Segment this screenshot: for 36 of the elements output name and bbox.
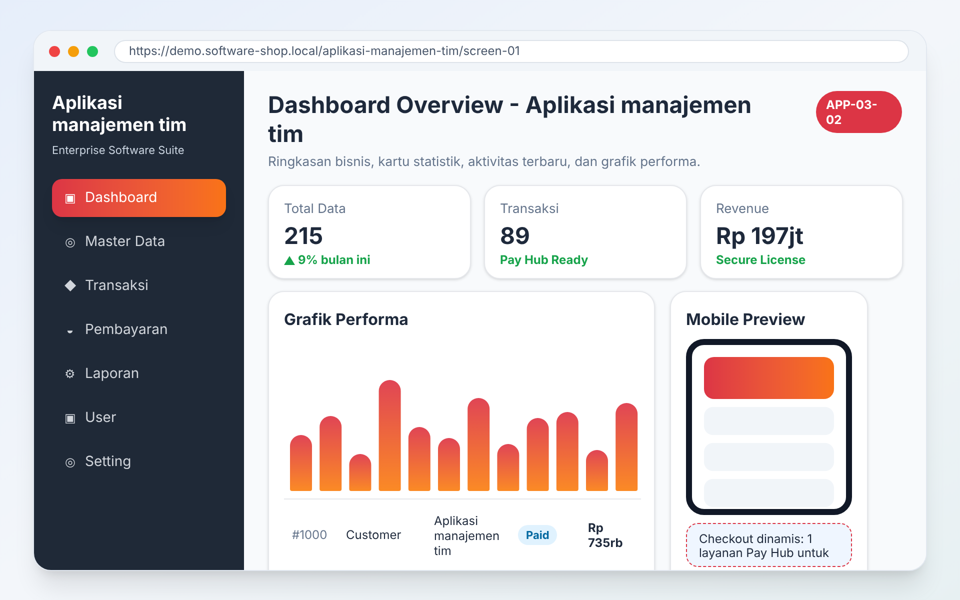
stat-note: 9% bulan ini [298,251,370,269]
page-title: Dashboard Overview - Aplikasi manajemen tim [268,91,753,149]
status-badge: Paid [518,525,558,545]
table-cell-text: Customer [345,526,402,544]
app-code-badge: APP-03-02 [816,91,902,133]
nav-item[interactable]: ⚙ Laporan [52,354,226,392]
app-subtitle: Enterprise Software Suite [52,142,186,158]
stat-label: Transaksi [500,200,560,218]
chart-bar [349,454,372,490]
card-title: Mobile Preview [686,308,806,330]
card-title: Grafik Performa [284,308,410,330]
stat-note: Pay Hub Ready [500,251,588,269]
chart-bar [497,444,520,490]
stat-value: 215 [284,221,324,251]
nav-item[interactable]: ◎ Setting [52,442,226,480]
nav-item[interactable]: ◎ Master Data [52,222,226,260]
table-cell-text: Rp 735rb [588,520,624,550]
checkout-note: Checkout dinamis: 1 layanan Pay Hub untuk [686,522,852,566]
stat-label: Revenue [716,200,770,218]
stat-note: Secure License [716,251,806,269]
page-subtitle: Ringkasan bisnis, kartu statistik, aktivitas terbaru, dan grafik performa. [268,153,702,172]
chart-bar [408,426,430,490]
address-bar[interactable]: https://demo.software-shop.local/aplikasi-manajemen-tim/screen-01 [114,40,909,62]
stat-value: Rp 197jt [716,221,804,251]
table-cell-text: Aplikasi manajemen tim [433,512,501,558]
chart-bar [586,450,608,490]
stat-value: 89 [500,221,531,251]
stat-label: Total Data [284,200,347,218]
nav-item[interactable]: ◆ Transaksi [52,266,226,304]
nav-item[interactable]: ◒ Pembayaran [52,310,226,348]
app-title: Aplikasi manajemen tim [52,93,188,137]
nav-item[interactable]: ▣ User [52,398,226,436]
table-cell-text: #1000 [291,526,328,544]
nav-item[interactable]: ▣ Dashboard [52,178,226,216]
chart-bar [438,438,460,490]
chart-bar [290,434,312,490]
